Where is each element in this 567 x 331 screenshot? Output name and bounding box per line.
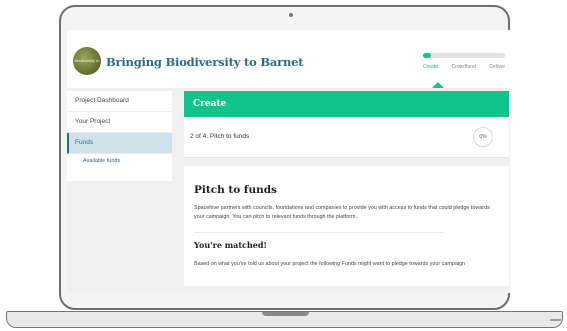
app-screen: Biodiversity to Barnet Bringing Biodiver… xyxy=(67,30,510,293)
step-text: 2 of 4. Pitch to funds xyxy=(190,133,250,140)
camera-icon xyxy=(289,13,293,17)
sidebar-item-funds[interactable]: Funds xyxy=(67,133,172,154)
project-title: Bringing Biodiversity to Barnet xyxy=(106,55,304,69)
stage-progress-fill xyxy=(423,53,432,58)
sidebar-item-your-project[interactable]: Your Project xyxy=(67,112,172,133)
step-card: 2 of 4. Pitch to funds 0% xyxy=(184,117,509,158)
stage-crowdfund[interactable]: Crowdfund xyxy=(452,64,476,70)
section-title: Create xyxy=(193,99,227,109)
sidebar-subitem-label: Available funds xyxy=(83,158,121,164)
step-progress-indicator: 0% xyxy=(473,127,493,147)
stage-progress-bar xyxy=(423,53,505,58)
laptop-base xyxy=(6,311,563,328)
project-header: Biodiversity to Barnet Bringing Biodiver… xyxy=(67,30,510,88)
sidebar-item-label: Funds xyxy=(75,139,94,146)
sidebar-item-label: Your Project xyxy=(75,118,111,125)
matched-title: You're matched! xyxy=(194,240,267,250)
divider xyxy=(194,232,444,233)
stage-list: Create Crowdfund Deliver xyxy=(423,64,505,70)
main-content: Create 2 of 4. Pitch to funds 0% Pitch t… xyxy=(184,91,509,286)
pitch-title: Pitch to funds xyxy=(194,184,277,196)
sidebar-subitem-available-funds[interactable]: Available funds xyxy=(67,154,172,169)
stage-pointer-icon xyxy=(432,82,444,88)
matched-description: Based on what you've told us about your … xyxy=(194,261,466,267)
section-header: Create xyxy=(184,91,509,117)
stage-create[interactable]: Create xyxy=(423,64,438,70)
logo-text: Biodiversity to Barnet xyxy=(74,58,100,63)
laptop-notch xyxy=(262,312,309,316)
pitch-card: Pitch to funds Spacehive partners with c… xyxy=(184,166,509,286)
pitch-description: Spacehive partners with councils, founda… xyxy=(194,205,490,220)
laptop-indicator xyxy=(550,319,561,321)
project-logo[interactable]: Biodiversity to Barnet xyxy=(73,47,101,75)
stage-deliver[interactable]: Deliver xyxy=(489,64,505,70)
sidebar-item-label: Project Dashboard xyxy=(75,97,129,104)
step-percent: 0% xyxy=(479,134,487,140)
sidebar: Project Dashboard Your Project Funds Ava… xyxy=(67,91,172,181)
sidebar-item-project-dashboard[interactable]: Project Dashboard xyxy=(67,91,172,112)
